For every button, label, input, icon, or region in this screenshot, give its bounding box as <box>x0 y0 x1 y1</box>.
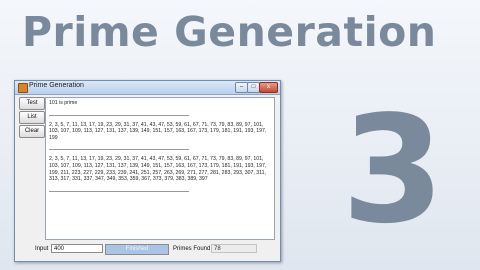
output-divider <box>49 190 189 192</box>
output-divider <box>49 149 189 151</box>
output-prime-list-1: 2, 3, 5, 7, 11, 13, 17, 19, 23, 29, 31, … <box>49 121 267 141</box>
primes-found-label: Primes Found <box>173 246 211 252</box>
banner-title: Prime Generation <box>22 8 437 56</box>
progress-bar: Finished <box>105 244 169 255</box>
list-button[interactable]: List <box>19 111 45 124</box>
output-divider <box>49 114 189 116</box>
test-button[interactable]: Test <box>19 97 45 110</box>
close-button[interactable]: x <box>259 82 278 93</box>
title-bar[interactable]: Prime Generation – □ x <box>15 81 280 95</box>
window-title: Prime Generation <box>29 82 84 89</box>
java-app-icon <box>18 83 28 93</box>
progress-text: Finished <box>125 246 149 252</box>
episode-number: 3 <box>341 84 445 256</box>
primes-found-field: 78 <box>211 244 257 253</box>
app-window: Prime Generation – □ x Test List Clear 1… <box>14 80 281 262</box>
output-text-area[interactable]: 101 is prime 2, 3, 5, 7, 11, 13, 17, 19,… <box>45 97 275 240</box>
output-prime-list-2: 2, 3, 5, 7, 11, 13, 17, 19, 23, 29, 31, … <box>49 156 267 183</box>
input-label: Input <box>35 246 49 252</box>
bottom-bar: Input 400 Finished Primes Found 78 <box>15 243 280 257</box>
output-line-test-result: 101 is prime <box>49 100 78 106</box>
clear-button[interactable]: Clear <box>19 125 45 138</box>
input-field[interactable]: 400 <box>51 244 103 253</box>
